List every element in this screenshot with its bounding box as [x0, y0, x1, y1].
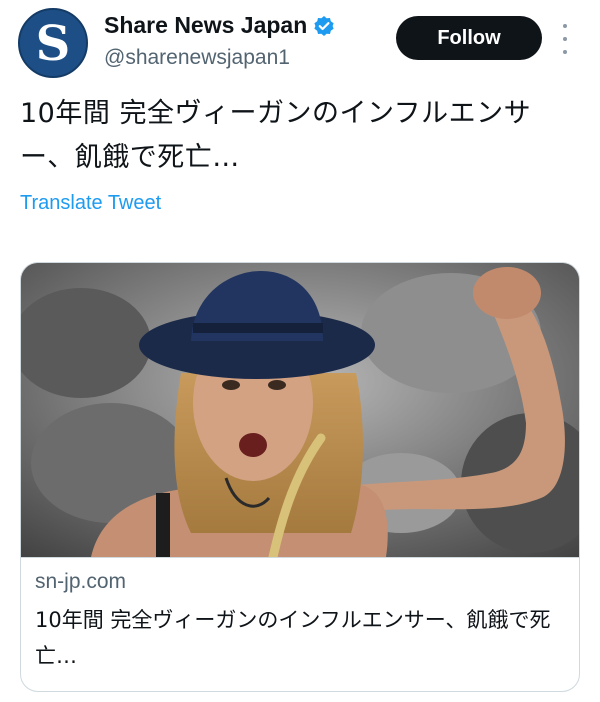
avatar-letter: S	[35, 16, 71, 72]
avatar[interactable]: S	[18, 8, 88, 78]
article-photo	[21, 263, 579, 557]
link-card[interactable]: sn-jp.com 10年間 完全ヴィーガンのインフルエンサー、飢餓で死亡…	[20, 262, 580, 692]
card-image[interactable]	[21, 263, 579, 557]
tweet-text: 10年間 完全ヴィーガンのインフルエンサー、飢餓で死亡…	[20, 98, 532, 173]
follow-button[interactable]: Follow	[396, 16, 542, 60]
translate-tweet-link[interactable]: Translate Tweet	[20, 192, 161, 215]
name-row: Share News Japan	[104, 12, 335, 39]
card-title: 10年間 完全ヴィーガンのインフルエンサー、飢餓で死亡…	[35, 608, 551, 668]
more-vertical-icon[interactable]	[558, 24, 572, 54]
account-handle[interactable]: @sharenewsjapan1	[104, 46, 290, 70]
tweet-header: S Share News Japan @sharenewsjapan1 Foll…	[18, 8, 582, 80]
card-domain: sn-jp.com	[35, 570, 127, 593]
display-name[interactable]: Share News Japan	[104, 12, 307, 39]
card-meta[interactable]: sn-jp.com 10年間 完全ヴィーガンのインフルエンサー、飢餓で死亡…	[21, 557, 579, 691]
verified-badge-icon	[313, 15, 335, 37]
